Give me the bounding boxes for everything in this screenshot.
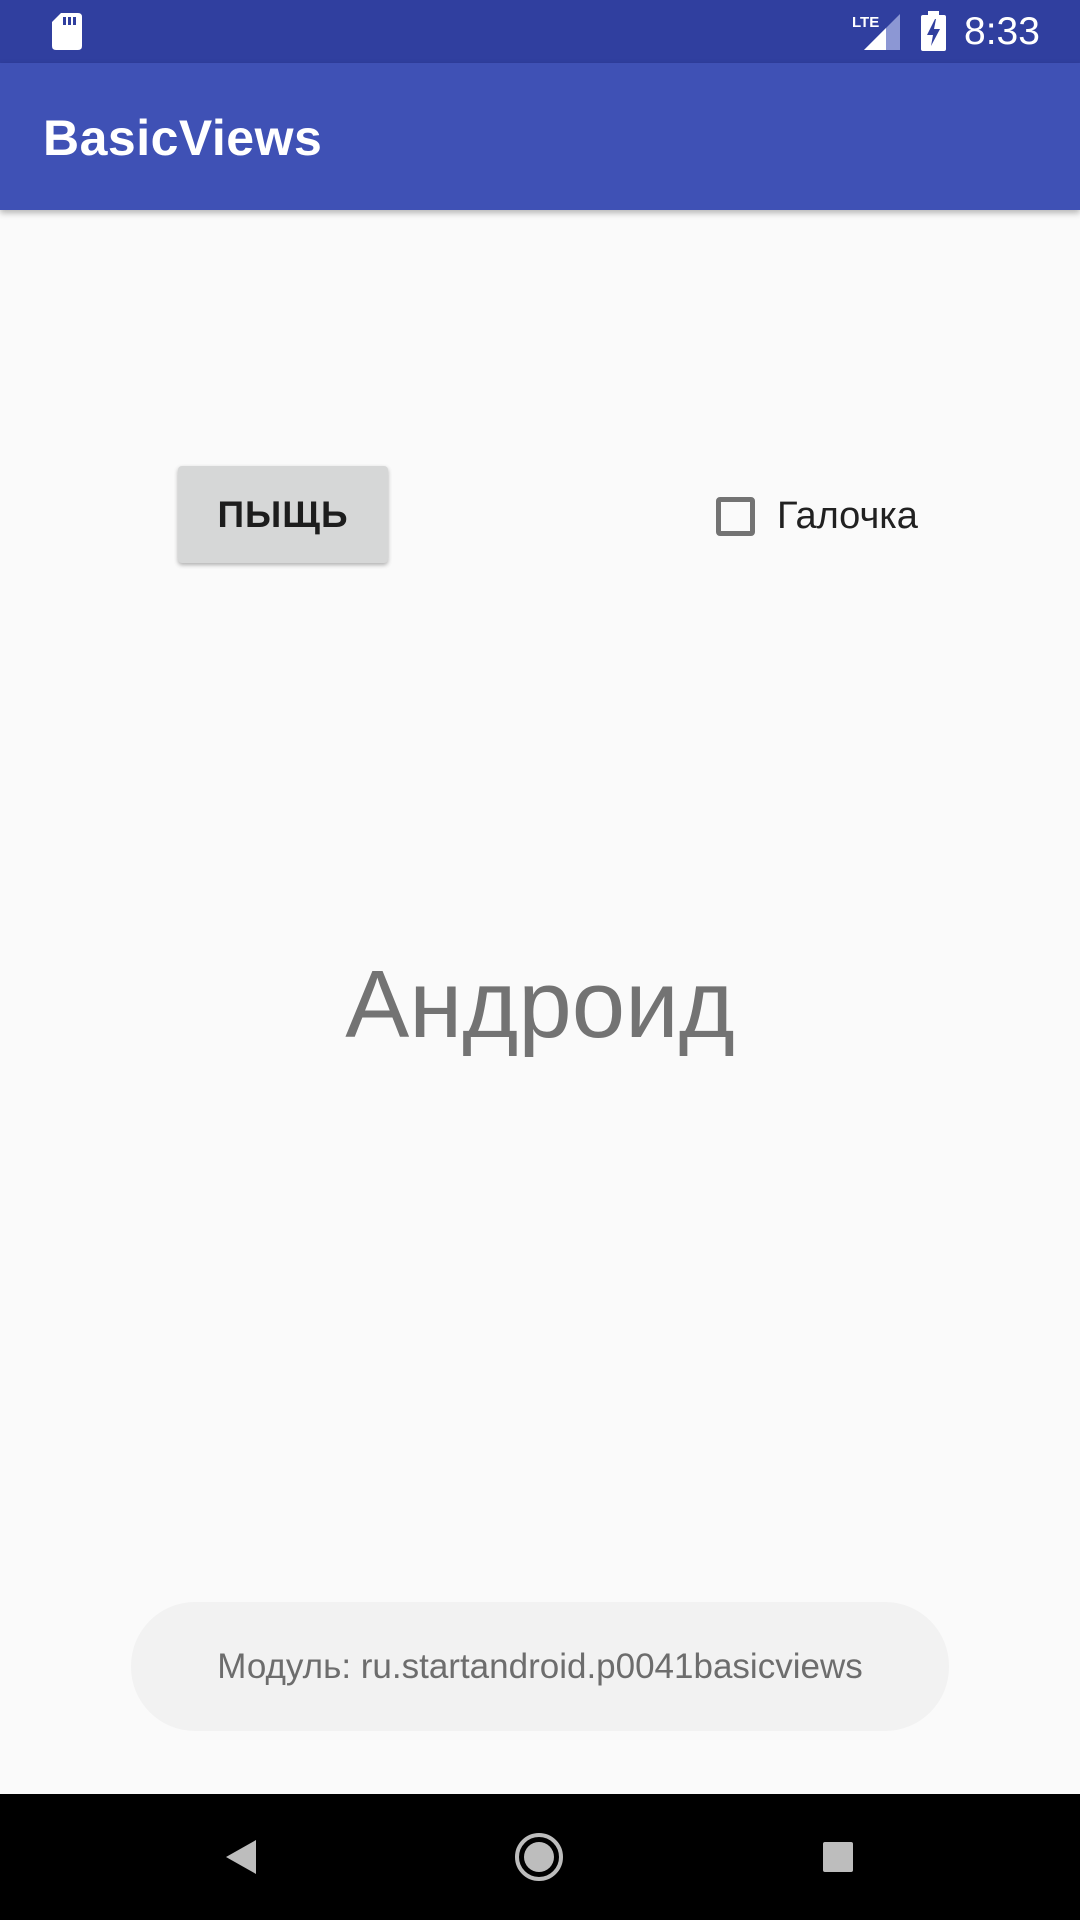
battery-charging-icon [921,11,946,51]
clock: 8:33 [964,10,1040,53]
pysch-button[interactable]: ПЫЩЬ [178,466,388,563]
home-button[interactable] [459,1794,619,1920]
recents-button[interactable] [758,1794,918,1920]
home-icon [515,1833,563,1881]
navigation-bar [0,1794,1080,1920]
sd-card-icon [52,13,82,50]
checkbox-box[interactable] [716,496,755,536]
toast-message: Модуль: ru.startandroid.p0041basicviews [131,1602,949,1731]
screen: LTE 8:33 BasicViews ПЫЩЬ Галочка Андроид… [0,0,1080,1920]
back-icon [226,1840,256,1874]
android-text-view: Андроид [345,951,735,1058]
checkbox-label: Галочка [777,494,918,537]
app-bar: BasicViews [0,63,1080,210]
app-title: BasicViews [43,110,323,166]
status-bar: LTE 8:33 [0,0,1080,63]
back-button[interactable] [161,1794,321,1920]
galochka-checkbox[interactable]: Галочка [716,492,918,540]
recents-icon [823,1842,853,1872]
svg-text:LTE: LTE [852,14,879,31]
lte-signal-icon: LTE [852,14,900,50]
